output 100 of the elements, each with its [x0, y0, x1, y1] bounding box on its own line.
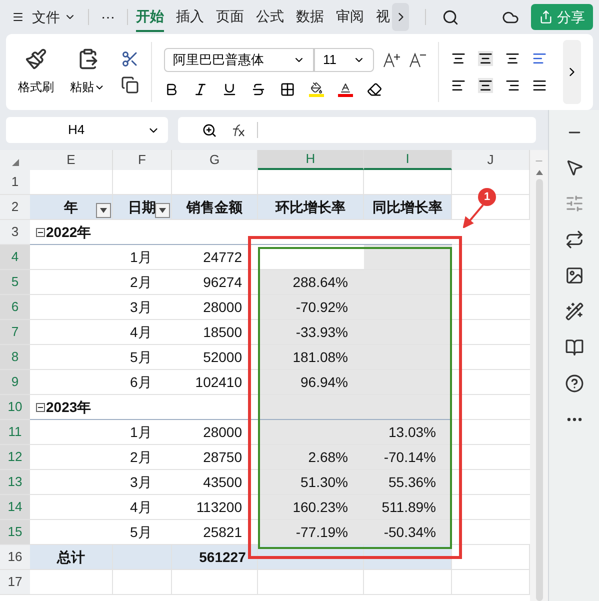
align-right-icon[interactable]: [505, 78, 520, 93]
table-cell: -77.19%: [258, 520, 364, 545]
group-label: 2023年: [46, 398, 92, 416]
strikethrough-icon[interactable]: [251, 82, 266, 96]
table-cell: -50.34%: [364, 520, 452, 545]
row-number[interactable]: 9: [0, 370, 30, 395]
book-icon[interactable]: [564, 338, 584, 357]
table-cell: 561227: [172, 545, 258, 570]
column-header[interactable]: I: [364, 150, 452, 170]
triangle-icon: [159, 208, 166, 213]
fill-color-icon[interactable]: [309, 82, 324, 96]
row-number[interactable]: 7: [0, 320, 30, 345]
select-all-icon[interactable]: [12, 159, 18, 166]
ribbon-tab[interactable]: 开始: [136, 2, 164, 32]
row-number[interactable]: 2: [0, 195, 30, 220]
menu-icon[interactable]: [12, 11, 24, 23]
underline-icon[interactable]: [222, 82, 237, 96]
wand-icon[interactable]: [564, 302, 584, 321]
table-cell: -70.92%: [258, 295, 364, 320]
file-menu[interactable]: 文件: [32, 6, 60, 28]
bold-icon[interactable]: [164, 82, 179, 96]
column-header[interactable]: H: [258, 150, 364, 170]
ribbon-tab[interactable]: 审阅: [336, 2, 364, 32]
callout-arrow: [463, 204, 485, 228]
row-number[interactable]: 3: [0, 220, 30, 245]
row-number[interactable]: 15: [0, 520, 30, 545]
italic-icon[interactable]: [193, 82, 208, 96]
ribbon-tab[interactable]: 视: [376, 2, 390, 32]
collapse-icon[interactable]: [36, 228, 45, 236]
triangle-icon: [100, 208, 107, 213]
ribbon-tab[interactable]: 插入: [176, 2, 204, 32]
scroll-tabs-button[interactable]: [392, 3, 409, 31]
paste-button[interactable]: 粘贴: [70, 78, 94, 96]
table-cell: [113, 545, 172, 570]
scissors-icon[interactable]: [121, 50, 139, 68]
filter-dropdown[interactable]: [155, 203, 170, 218]
table-cell: 销售金额: [172, 195, 258, 220]
pointer-icon[interactable]: [564, 158, 584, 177]
align-center-icon[interactable]: [478, 78, 493, 93]
indent-icon[interactable]: [532, 51, 547, 66]
column-title: 年: [64, 198, 78, 216]
ribbon-tab[interactable]: 公式: [256, 2, 284, 32]
row-number[interactable]: 12: [0, 445, 30, 470]
scroll-up-icon[interactable]: [536, 170, 542, 175]
paintbrush-icon: [25, 48, 47, 70]
table-cell: 55.36%: [364, 470, 452, 495]
align-middle-icon[interactable]: [478, 51, 493, 66]
row-number[interactable]: 5: [0, 270, 30, 295]
search-icon[interactable]: [442, 8, 459, 26]
table-cell: 511.89%: [364, 495, 452, 520]
table-cell: -70.14%: [364, 445, 452, 470]
scrollbar-thumb[interactable]: [536, 179, 542, 601]
copy-icon[interactable]: [121, 76, 139, 94]
align-top-icon[interactable]: [451, 51, 466, 66]
borders-icon[interactable]: [280, 82, 295, 96]
font-select[interactable]: 阿里巴巴普惠体: [164, 48, 314, 72]
filter-dropdown[interactable]: [96, 203, 111, 218]
table-cell: [113, 570, 172, 595]
table-cell: 总计: [30, 545, 113, 570]
justify-icon[interactable]: [532, 78, 547, 93]
more-menu[interactable]: ⋯: [101, 6, 115, 28]
collapse-icon[interactable]: [36, 402, 45, 412]
row-number[interactable]: 17: [0, 570, 30, 595]
table-cell: 2.68%: [258, 445, 364, 470]
ribbon-tab[interactable]: 页面: [216, 2, 244, 32]
name-box[interactable]: H4: [6, 117, 168, 143]
sliders-icon[interactable]: [564, 194, 584, 213]
format-painter-button[interactable]: 格式刷: [18, 78, 54, 96]
table-cell: 环比增长率: [258, 195, 364, 220]
align-left-icon[interactable]: [451, 78, 466, 93]
align-bottom-icon[interactable]: [505, 51, 520, 66]
decrease-font-icon[interactable]: [408, 52, 426, 68]
help-icon[interactable]: [564, 374, 584, 393]
row-number[interactable]: 16: [0, 545, 30, 570]
table-cell: 96.94%: [258, 370, 364, 395]
row-number[interactable]: 4: [0, 245, 30, 270]
row-number[interactable]: 1: [0, 170, 30, 195]
share-icon: [539, 10, 553, 24]
increase-font-icon[interactable]: [382, 52, 400, 68]
font-color-icon[interactable]: [338, 82, 353, 96]
table-cell: 13.03%: [364, 420, 452, 445]
row-number[interactable]: 11: [0, 420, 30, 445]
table-cell: 181.08%: [258, 345, 364, 370]
row-number[interactable]: 14: [0, 495, 30, 520]
group-label: 2022年: [46, 222, 92, 242]
row-number[interactable]: 10: [0, 395, 30, 420]
row-number[interactable]: 6: [0, 295, 30, 320]
image-icon[interactable]: [564, 266, 584, 285]
row-number[interactable]: 8: [0, 345, 30, 370]
zoom-icon[interactable]: [202, 122, 217, 138]
table-cell: 51.30%: [258, 470, 364, 495]
table-cell: 同比增长率: [364, 195, 452, 220]
table-cell: 160.23%: [258, 495, 364, 520]
column-title: 日期: [128, 198, 156, 216]
table-cell: -33.93%: [258, 320, 364, 345]
font-size-select[interactable]: 11: [314, 48, 374, 72]
row-number[interactable]: 13: [0, 470, 30, 495]
transpose-icon[interactable]: [564, 230, 584, 249]
ribbon-tab[interactable]: 数据: [296, 2, 324, 32]
eraser-icon[interactable]: [367, 82, 382, 96]
